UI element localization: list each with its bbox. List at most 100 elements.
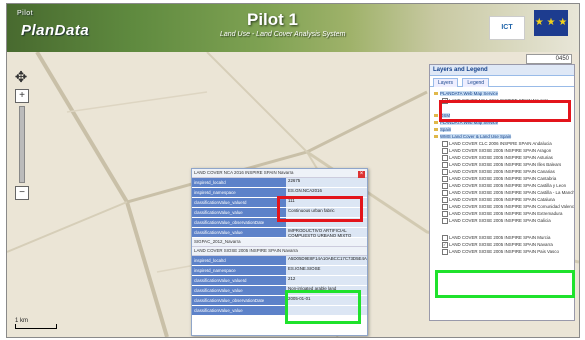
attribute-key: classificationValue_observationDate [192, 296, 286, 306]
attribute-row: inspireId_namespace ES.IGNE.SIOSE [192, 266, 367, 276]
layer-group-item[interactable]: PLANDATA Web Map Service [430, 90, 574, 97]
folder-icon [434, 135, 438, 139]
layer-item[interactable]: LAND COVER SIOSE 2005 INSPIRE SPAIN Astu… [430, 154, 574, 161]
close-icon[interactable]: × [358, 171, 365, 178]
tab-layers[interactable]: Layers [433, 78, 459, 87]
layer-checkbox[interactable] [442, 196, 448, 203]
layer-label: LAND COVER SIOSE 2005 INSPIRE SPAIN Comu… [449, 204, 574, 209]
layer-checkbox[interactable] [442, 140, 448, 147]
map-canvas[interactable]: 0450 ✥ + − 1 km Layers and Legend Layers… [7, 52, 579, 337]
attribute-key: inspireId_localId [192, 178, 286, 188]
tool-back-icon[interactable] [328, 337, 336, 338]
folder-icon [434, 128, 438, 132]
attribute-key: classificationValue_value [192, 208, 286, 218]
layer-item[interactable]: ✓ LAND COVER SIOSE 2005 INSPIRE SPAIN Nav… [430, 241, 574, 248]
highlight-box-red-layers [439, 100, 571, 122]
zoom-slider[interactable] [19, 106, 25, 183]
layer-item[interactable]: LAND COVER CLC 2006 INSPIRE SPAIN Andalu… [430, 140, 574, 147]
layer-label: LAND COVER SIOSE 2005 INSPIRE SPAIN Gali… [449, 218, 551, 223]
layer-group-item[interactable]: WMS Land Cover & Land Use Spain [430, 133, 574, 140]
popup-section-title: SIGPAC_2012_Navarra [192, 238, 367, 247]
highlight-box-green-popup [285, 290, 361, 324]
layer-label: LAND COVER SIOSE 2005 INSPIRE SPAIN Nava… [449, 242, 553, 247]
highlight-box-red-popup [277, 196, 363, 222]
tool-info-icon[interactable] [282, 337, 290, 338]
layer-checkbox[interactable] [442, 168, 448, 175]
layer-item[interactable]: LAND COVER SIOSE 2005 INSPIRE SPAIN Ille… [430, 161, 574, 168]
layer-label: LAND COVER SIOSE 2005 INSPIRE SPAIN Cast… [449, 190, 574, 195]
logo-top-text: Pilot [17, 10, 34, 17]
attribute-key: inspireId_namespace [192, 266, 286, 276]
layer-group-item[interactable]: Spain [430, 126, 574, 133]
layer-item[interactable]: LAND COVER SIOSE 2005 INSPIRE SPAIN Cast… [430, 189, 574, 196]
app-header: Pilot PlanData Pilot 1 Land Use - Land C… [7, 4, 579, 52]
attribute-value: 22675 [286, 178, 367, 188]
layers-tab-bar: Layers Legend [430, 76, 574, 87]
layer-label: LAND COVER SIOSE 2005 INSPIRE SPAIN Cana… [449, 169, 555, 174]
layer-item[interactable]: LAND COVER SIOSE 2005 INSPIRE SPAIN Cant… [430, 175, 574, 182]
layer-label: LAND COVER SIOSE 2005 INSPIRE SPAIN Arag… [449, 148, 552, 153]
logo-text: PlanData [21, 22, 90, 39]
attribute-key: inspireId_namespace [192, 188, 286, 198]
layer-label: LAND COVER SIOSE 2005 INSPIRE SPAIN Extr… [449, 211, 563, 216]
tool-zoom-icon[interactable] [266, 337, 274, 338]
layer-checkbox[interactable] [442, 189, 448, 196]
attribute-key: classificationValue_value [192, 286, 286, 296]
popup-section-title: LAND COVER SIOSE 2005 INSPIRE SPAIN Nava… [192, 247, 367, 256]
layer-item[interactable]: LAND COVER SIOSE 2005 INSPIRE SPAIN Gali… [430, 217, 574, 224]
layer-label: LAND COVER SIOSE 2005 INSPIRE SPAIN Cant… [449, 176, 557, 181]
attribute-row: inspireId_localId A5D05D9E8F14A10ABCC17C7… [192, 256, 367, 266]
layer-group-mid: OSM PLANDATA Web Map Service Spain WMS Land… [430, 112, 574, 224]
attribute-row: inspireId_localId 22675 [192, 178, 367, 188]
layer-label: PLANDATA Web Map Service [440, 91, 499, 96]
tab-legend[interactable]: Legend [462, 78, 490, 87]
zoom-control: ✥ + − [13, 70, 29, 203]
zoom-in-button[interactable]: + [15, 89, 29, 103]
layer-item[interactable]: LAND COVER SIOSE 2005 INSPIRE SPAIN Arag… [430, 147, 574, 154]
layer-checkbox[interactable]: ✓ [442, 241, 448, 248]
layer-label: LAND COVER SIOSE 2005 INSPIRE SPAIN Ille… [449, 162, 562, 167]
layer-checkbox[interactable] [442, 234, 448, 241]
layer-checkbox[interactable] [442, 154, 448, 161]
layer-item[interactable]: LAND COVER SIOSE 2005 INSPIRE SPAIN Cata… [430, 196, 574, 203]
page-title: Pilot 1 [247, 10, 299, 29]
layer-item[interactable]: LAND COVER SIOSE 2005 INSPIRE SPAIN Murc… [430, 234, 574, 241]
zoom-out-button[interactable]: − [15, 186, 29, 200]
layer-item[interactable]: LAND COVER SIOSE 2005 INSPIRE SPAIN Comu… [430, 203, 574, 210]
layer-item[interactable]: LAND COVER SIOSE 2005 INSPIRE SPAIN Extr… [430, 210, 574, 217]
layer-item[interactable]: LAND COVER SIOSE 2005 INSPIRE SPAIN Cana… [430, 168, 574, 175]
tool-pan-icon[interactable] [251, 337, 259, 338]
attribute-key: classificationValue_observationDate [192, 218, 286, 228]
plandata-logo[interactable]: Pilot PlanData [17, 10, 90, 39]
page-subtitle: Land Use - Land Cover Analysis System [220, 31, 346, 38]
tool-measure-icon[interactable] [297, 337, 305, 338]
layer-checkbox[interactable] [442, 203, 448, 210]
layers-panel-title: Layers and Legend [430, 65, 574, 76]
tool-print-icon[interactable] [313, 337, 321, 338]
attribute-value: 212 [286, 276, 367, 286]
attribute-key: classificationValue_value [192, 228, 286, 238]
tool-forward-icon[interactable] [344, 337, 352, 338]
scale-line [15, 324, 57, 329]
scale-bar: 1 km [15, 318, 57, 329]
attribute-row: classificationValue_valueId 212 [192, 276, 367, 286]
layer-item[interactable]: LAND COVER SIOSE 2005 INSPIRE SPAIN Pais… [430, 248, 574, 255]
pan-arrows-icon[interactable]: ✥ [13, 70, 29, 86]
layer-checkbox[interactable] [442, 248, 448, 255]
layer-checkbox[interactable] [442, 210, 448, 217]
attribute-key: classificationValue_valueId [192, 198, 286, 208]
popup-section-title: LAND COVER NCA 2016 INSPIRE SPAIN Navarr… [192, 169, 367, 178]
attribute-key: classificationValue_valueId [192, 276, 286, 286]
layer-checkbox[interactable] [442, 175, 448, 182]
layer-label: LAND COVER SIOSE 2005 INSPIRE SPAIN Pais… [449, 249, 559, 254]
layer-checkbox[interactable] [442, 147, 448, 154]
layer-checkbox[interactable] [442, 217, 448, 224]
layer-group-bottom: LAND COVER SIOSE 2005 INSPIRE SPAIN Murc… [430, 234, 574, 255]
layer-item[interactable]: LAND COVER SIOSE 2005 INSPIRE SPAIN Cast… [430, 182, 574, 189]
ict-logo: ICT [489, 16, 525, 40]
layer-checkbox[interactable] [442, 182, 448, 189]
layer-label: LAND COVER CLC 2006 INSPIRE SPAIN Andalu… [449, 141, 552, 146]
app-window: Pilot PlanData Pilot 1 Land Use - Land C… [6, 3, 580, 338]
layer-checkbox[interactable] [442, 161, 448, 168]
attribute-value: A5D05D9E8F14A10ABCC17C73D5E4A3 [286, 256, 367, 266]
